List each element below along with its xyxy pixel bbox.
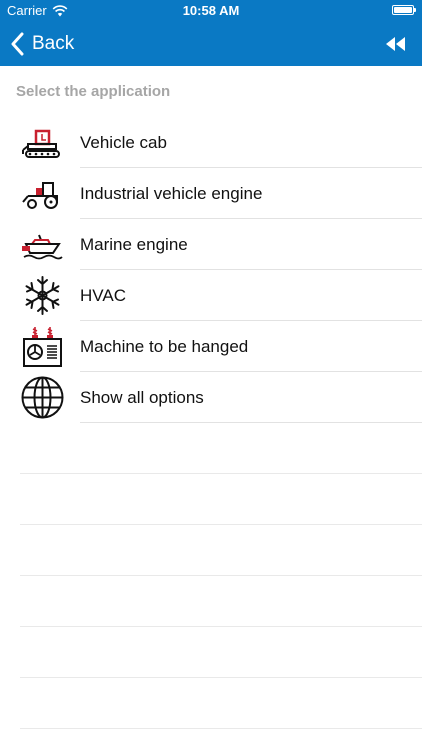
empty-row-separator bbox=[20, 677, 422, 678]
separator bbox=[80, 422, 422, 423]
list-item-vehicle-cab[interactable]: Vehicle cab bbox=[0, 117, 422, 168]
boat-icon bbox=[22, 234, 63, 260]
back-label: Back bbox=[32, 33, 75, 54]
item-label: Show all options bbox=[80, 388, 204, 407]
section-title: Select the application bbox=[16, 83, 171, 100]
battery-icon bbox=[392, 5, 416, 15]
empty-row-separator bbox=[20, 728, 422, 729]
vehicle-cab-icon bbox=[22, 129, 60, 158]
list-item-machine-to-be-hanged[interactable]: Machine to be hanged bbox=[0, 321, 422, 372]
list-item-show-all-options[interactable]: Show all options bbox=[0, 372, 422, 423]
status-bar: Carrier 10:58 AM bbox=[0, 0, 422, 22]
snowflake-icon bbox=[25, 276, 60, 315]
item-label: Industrial vehicle engine bbox=[80, 184, 263, 203]
tractor-icon bbox=[22, 182, 58, 209]
machine-icon bbox=[23, 327, 62, 367]
globe-icon bbox=[21, 376, 64, 419]
item-label: Marine engine bbox=[80, 235, 188, 254]
list-item-hvac[interactable]: HVAC bbox=[0, 270, 422, 321]
rewind-icon bbox=[386, 37, 405, 51]
list-item-marine-engine[interactable]: Marine engine bbox=[0, 219, 422, 270]
item-label: Machine to be hanged bbox=[80, 337, 249, 356]
back-button[interactable]: Back bbox=[10, 30, 74, 58]
item-label: HVAC bbox=[80, 286, 126, 305]
empty-row-separator bbox=[20, 575, 422, 576]
list-item-industrial-vehicle-engine[interactable]: Industrial vehicle engine bbox=[0, 168, 422, 219]
empty-row-separator bbox=[20, 626, 422, 627]
clock: 10:58 AM bbox=[182, 3, 240, 18]
chevron-left-icon bbox=[11, 32, 24, 56]
screen: Carrier 10:58 AM Back Select the applica… bbox=[0, 0, 422, 750]
rewind-button[interactable] bbox=[384, 34, 408, 54]
navigation-bar: Back bbox=[0, 22, 422, 66]
item-label: Vehicle cab bbox=[80, 133, 167, 152]
empty-row-separator bbox=[20, 473, 422, 474]
empty-row-separator bbox=[20, 524, 422, 525]
application-list: Vehicle cab Industrial vehicle engine Ma… bbox=[0, 117, 422, 423]
header: Carrier 10:58 AM Back bbox=[0, 0, 422, 66]
